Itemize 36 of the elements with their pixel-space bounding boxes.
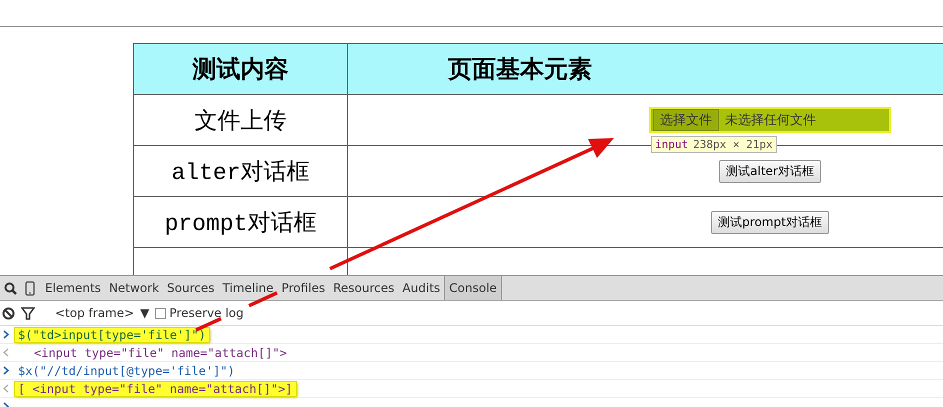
phone-icon[interactable] [25,280,35,296]
search-icon[interactable] [4,282,17,294]
column-header: 测试内容 [134,44,348,94]
devtools-tab[interactable]: Network [104,276,164,300]
clear-console-icon[interactable] [2,306,15,320]
file-input[interactable]: 选择文件 未选择任何文件 [651,109,889,131]
devtools-tab[interactable]: Profiles [278,276,330,300]
frame-dropdown-caret[interactable]: ▼ [140,306,150,320]
frame-selector[interactable]: <top frame> [55,306,134,320]
table-cell: alter对话框 [134,146,348,196]
devtools-tab[interactable]: Console [444,276,502,300]
preserve-log-label: Preserve log [169,306,244,320]
table-cell: prompt对话框 [134,196,348,248]
devtools-tab[interactable]: Audits [398,276,444,300]
devtools-tab[interactable]: Elements [41,276,105,300]
filter-icon[interactable] [21,306,35,320]
choose-file-button[interactable]: 选择文件 [653,109,719,131]
console-command: $("td>input[type='file']") [15,328,209,342]
preserve-log-checkbox[interactable] [155,308,166,318]
dialog-test-button[interactable]: 测试alter对话框 [719,160,821,182]
console-result: <input type="file" name="attach[]"> [33,346,288,360]
prompt-chevron-icon [3,330,9,339]
devtools-tab[interactable]: Resources [329,276,398,300]
devtools-tab[interactable]: Timeline [218,276,278,300]
prompt-chevron-icon [3,366,9,375]
dialog-test-button[interactable]: 测试prompt对话框 [711,210,829,234]
result-chevron-icon [3,348,9,357]
devtools-tab[interactable]: Sources [163,276,219,300]
table-cell: 文件上传 [134,94,348,146]
tooltip-size: 238px × 21px [693,138,773,151]
result-chevron-icon [3,384,9,393]
console-command: $x("//td/input[@type='file']") [17,364,236,378]
column-header: 页面基本元素 [348,44,943,94]
tooltip-tag: input [655,138,688,151]
file-status: 未选择任何文件 [725,112,816,129]
console-result: [ <input type="file" name="attach[]">] [15,382,296,396]
